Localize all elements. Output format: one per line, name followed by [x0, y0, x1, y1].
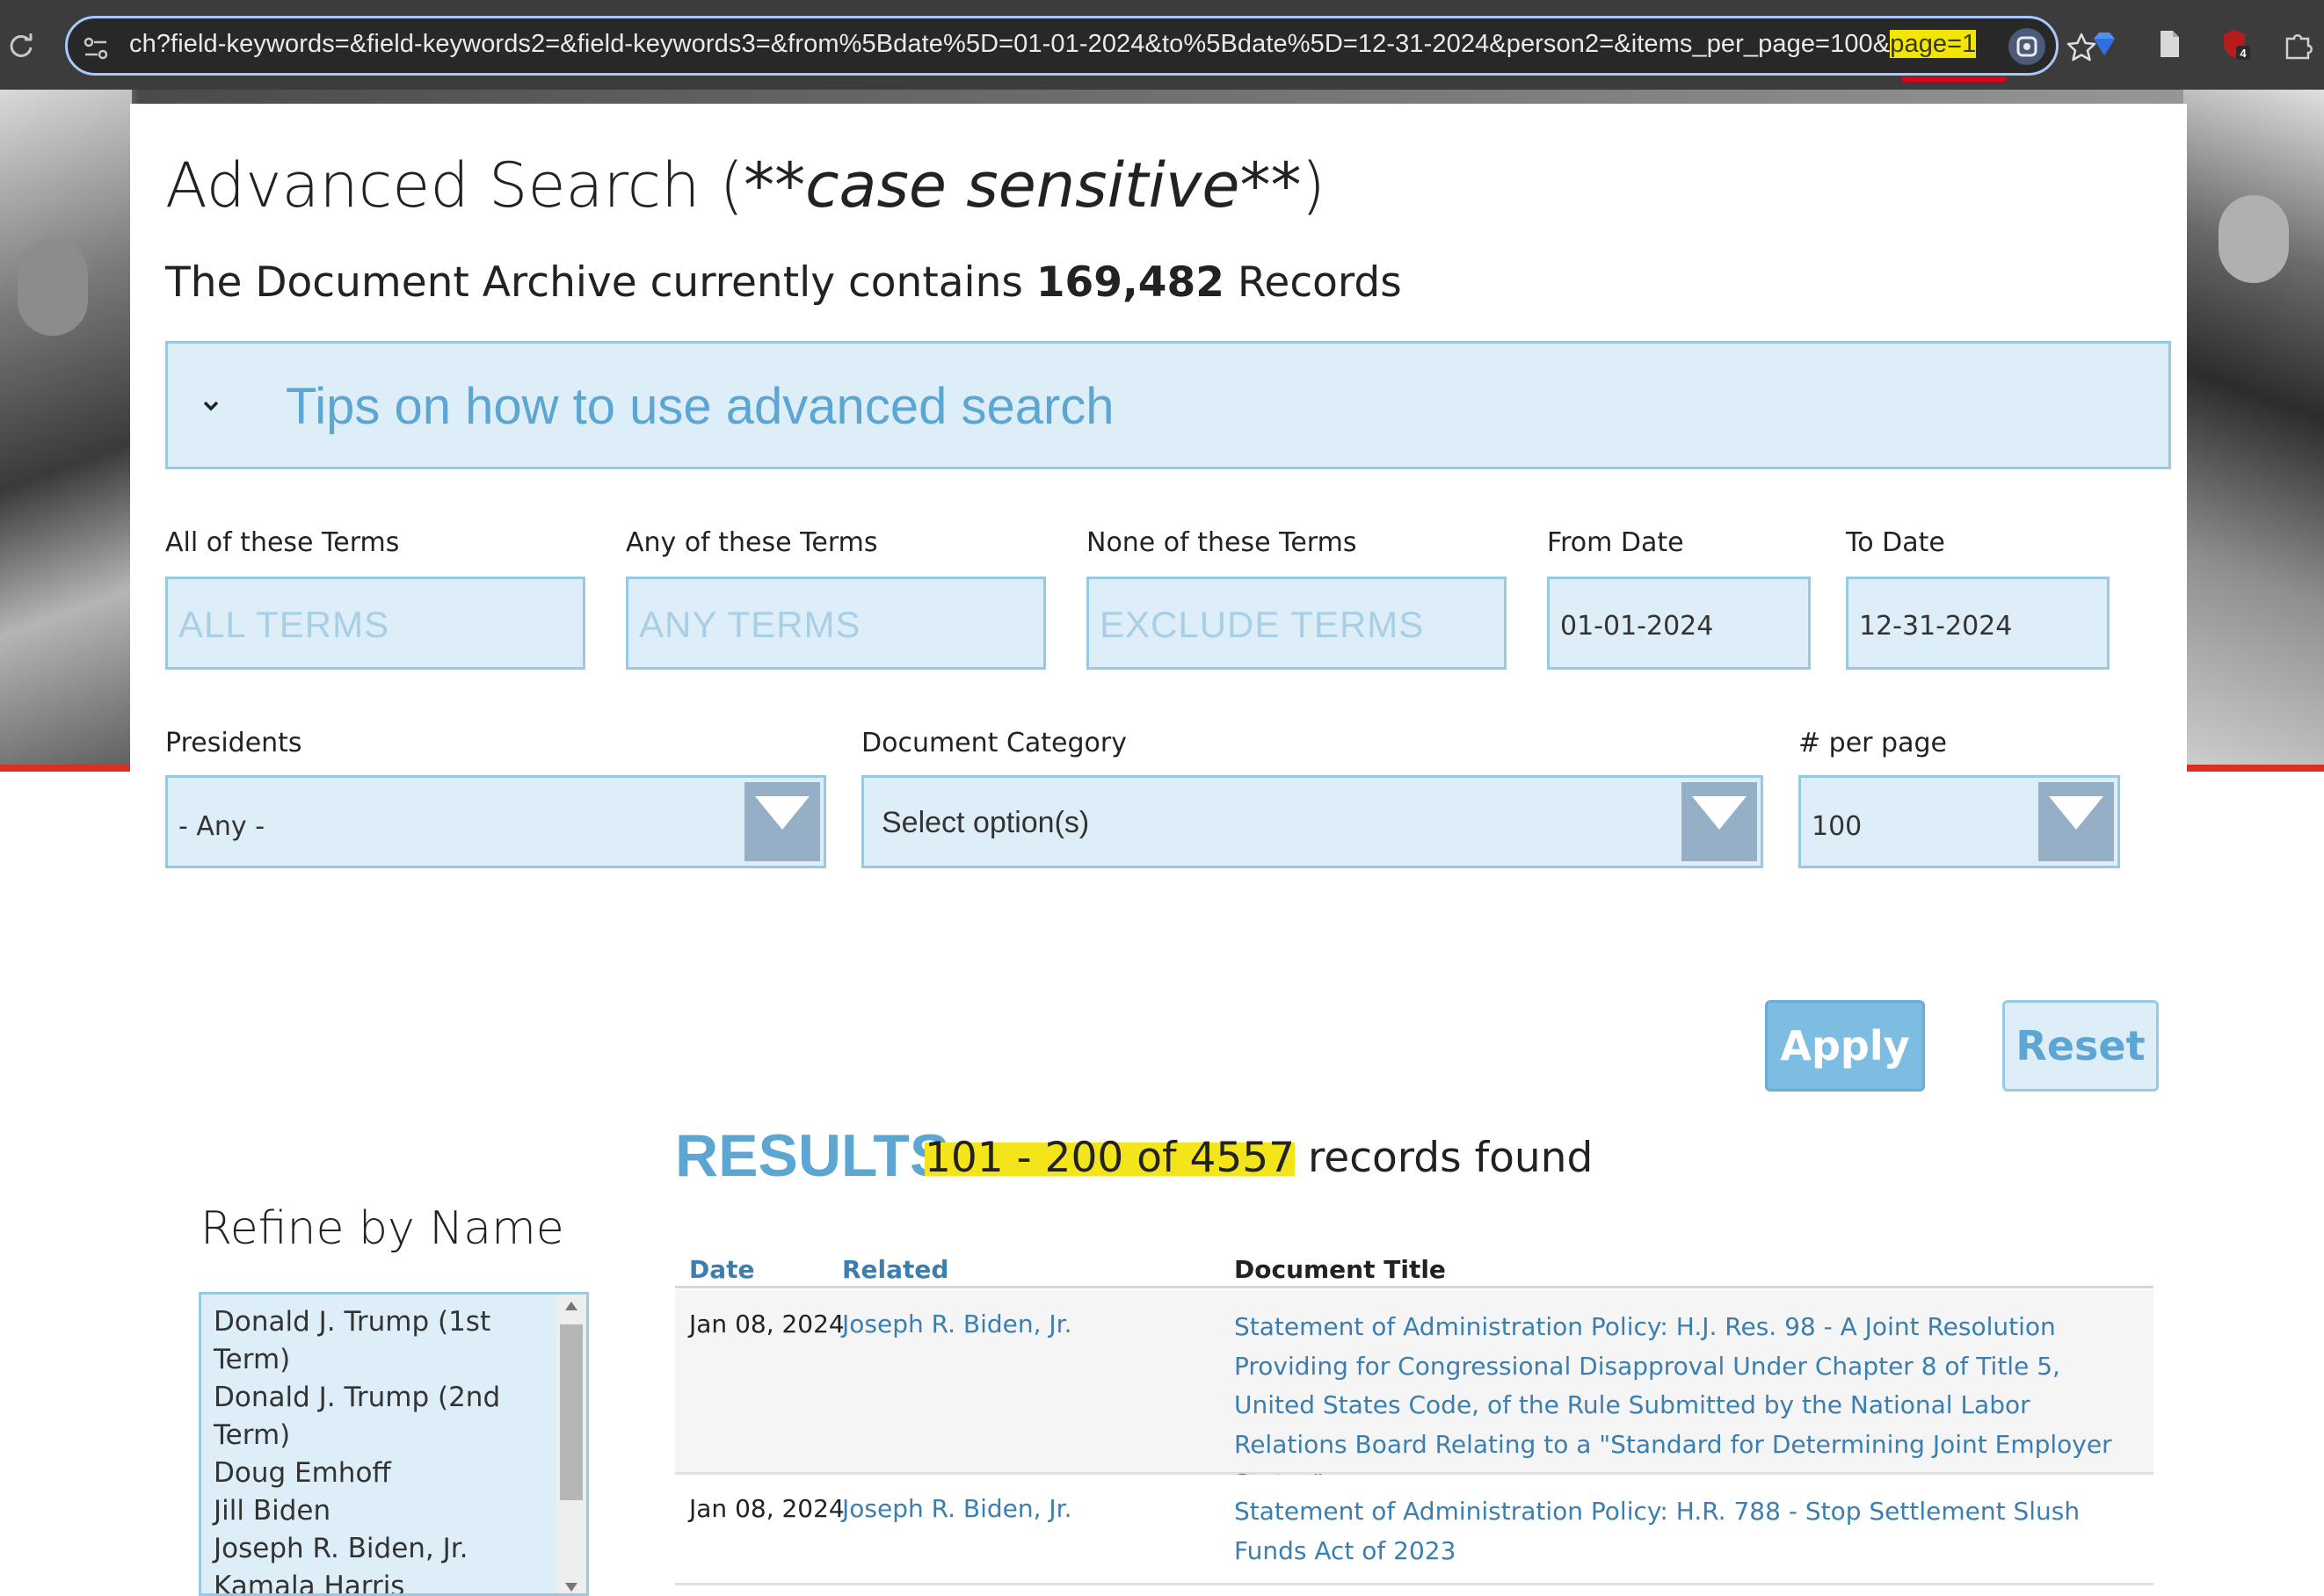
gem-extension-icon[interactable]	[2087, 26, 2122, 62]
to-date-value: 12-31-2024	[1859, 611, 2013, 642]
banner-figure-left	[18, 239, 88, 336]
results-suffix: records found	[1295, 1134, 1594, 1182]
table-row: Jan 08, 2024 Joseph R. Biden, Jr. Statem…	[675, 1290, 2153, 1498]
category-value: Select option(s)	[882, 806, 1090, 839]
address-bar[interactable]: ch?field-keywords=&field-keywords2=&fiel…	[65, 16, 2096, 82]
table-row: Jan 08, 2024 Joseph R. Biden, Jr. Statem…	[675, 1475, 2153, 1585]
extensions-puzzle-icon[interactable]	[2280, 26, 2315, 62]
url-prefix: ch?field-keywords=&field-keywords2=&fiel…	[129, 30, 1891, 58]
scroll-thumb[interactable]	[560, 1324, 583, 1500]
any-terms-label: Any of these Terms	[626, 527, 878, 558]
row-date: Jan 08, 2024	[689, 1494, 845, 1523]
table-header: Date Related Document Title	[675, 1234, 2153, 1288]
refine-name-list: Donald J. Trump (1st Term) Donald J. Tru…	[214, 1303, 548, 1593]
to-date-label: To Date	[1846, 527, 1945, 558]
scroll-up-arrow-icon[interactable]	[563, 1300, 579, 1312]
red-underline-annotation	[1901, 76, 2007, 82]
refine-name-listbox[interactable]: Donald J. Trump (1st Term) Donald J. Tru…	[199, 1292, 589, 1596]
url-page-param: page=1	[1890, 30, 1977, 58]
from-date-value: 01-01-2024	[1560, 611, 1714, 642]
dropdown-arrow	[2038, 782, 2114, 861]
browser-toolbar: ch?field-keywords=&field-keywords2=&fiel…	[0, 0, 2324, 90]
chevron-down-icon	[203, 401, 219, 411]
title-case-note: **case sensitive**	[744, 149, 1302, 221]
banner-photo-right	[2183, 90, 2324, 772]
triangle-down-icon	[1692, 796, 1747, 830]
sort-related-header[interactable]: Related	[842, 1255, 948, 1284]
refine-title: Refine by Name	[200, 1202, 564, 1255]
shield-extension-icon[interactable]: 4	[2217, 26, 2252, 62]
exclude-terms-input[interactable]: EXCLUDE TERMS	[1086, 577, 1507, 670]
listbox-scrollbar[interactable]	[556, 1295, 586, 1593]
triangle-down-icon	[2049, 796, 2103, 830]
category-label: Document Category	[861, 728, 1127, 758]
from-date-label: From Date	[1547, 527, 1684, 558]
row-related-link[interactable]: Joseph R. Biden, Jr.	[842, 1494, 1072, 1523]
results-heading: RESULTS	[675, 1122, 950, 1189]
triangle-down-icon	[755, 796, 810, 830]
title-text: Advanced Search (	[165, 149, 744, 221]
row-title-link[interactable]: Statement of Administration Policy: H.R.…	[1234, 1492, 2139, 1571]
search-card: Advanced Search (**case sensitive**) The…	[130, 104, 2187, 1596]
refine-name-item[interactable]: Joseph R. Biden, Jr.	[214, 1530, 548, 1568]
archive-prefix: The Document Archive currently contains	[165, 258, 1036, 307]
any-terms-input[interactable]: ANY TERMS	[626, 577, 1046, 670]
url-text[interactable]: ch?field-keywords=&field-keywords2=&fiel…	[129, 30, 1977, 59]
refine-name-item[interactable]: Donald J. Trump (2nd Term)	[214, 1379, 548, 1455]
apply-button[interactable]: Apply	[1765, 1000, 1925, 1092]
none-terms-label: None of these Terms	[1086, 527, 1357, 558]
results-count: 101 - 200 of 4557 records found	[925, 1134, 1593, 1182]
results-range: 101 - 200 of 4557	[925, 1134, 1296, 1182]
archive-count: 169,482	[1035, 258, 1224, 307]
refine-name-item[interactable]: Kamala Harris	[214, 1568, 548, 1593]
dropdown-arrow	[1681, 782, 1757, 861]
scroll-down-arrow-icon[interactable]	[563, 1581, 579, 1593]
reset-button[interactable]: Reset	[2002, 1000, 2159, 1092]
tips-label: Tips on how to use advanced search	[286, 378, 1115, 435]
extension-badge: 4	[2240, 47, 2247, 60]
page-title: Advanced Search (**case sensitive**)	[165, 149, 1325, 221]
title-close-paren: )	[1301, 149, 1325, 221]
from-date-input[interactable]: 01-01-2024	[1547, 577, 1811, 670]
archive-suffix: Records	[1224, 258, 1402, 307]
refine-name-item[interactable]: Jill Biden	[214, 1492, 548, 1530]
presidents-value: - Any -	[178, 811, 265, 842]
reload-icon[interactable]	[5, 30, 37, 62]
any-terms-placeholder: ANY TERMS	[639, 604, 861, 645]
row-date: Jan 08, 2024	[689, 1309, 845, 1338]
site-settings-icon[interactable]	[80, 33, 112, 64]
lens-icon	[2016, 36, 2037, 57]
all-terms-label: All of these Terms	[165, 527, 400, 558]
per-page-label: # per page	[1798, 728, 1947, 758]
per-page-select[interactable]: 100	[1798, 775, 2120, 868]
exclude-terms-placeholder: EXCLUDE TERMS	[1100, 604, 1425, 645]
per-page-value: 100	[1812, 811, 1863, 842]
dropdown-arrow	[744, 782, 820, 861]
to-date-input[interactable]: 12-31-2024	[1846, 577, 2110, 670]
banner-figure-right	[2219, 195, 2289, 283]
document-title-header: Document Title	[1234, 1255, 1446, 1284]
banner-photo-left	[0, 90, 132, 772]
refine-name-item[interactable]: Donald J. Trump (1st Term)	[214, 1303, 548, 1379]
tips-accordion[interactable]: Tips on how to use advanced search	[165, 341, 2171, 469]
presidents-label: Presidents	[165, 728, 302, 758]
google-lens-button[interactable]	[2008, 28, 2045, 65]
all-terms-input[interactable]: ALL TERMS	[165, 577, 585, 670]
category-select[interactable]: Select option(s)	[861, 775, 1763, 868]
presidents-select[interactable]: - Any -	[165, 775, 826, 868]
refine-name-item[interactable]: Doug Emhoff	[214, 1455, 548, 1492]
archive-count-line: The Document Archive currently contains …	[165, 258, 1402, 307]
sort-date-header[interactable]: Date	[689, 1255, 755, 1284]
row-related-link[interactable]: Joseph R. Biden, Jr.	[842, 1309, 1072, 1338]
all-terms-placeholder: ALL TERMS	[178, 604, 390, 645]
document-extension-icon[interactable]	[2152, 26, 2187, 62]
